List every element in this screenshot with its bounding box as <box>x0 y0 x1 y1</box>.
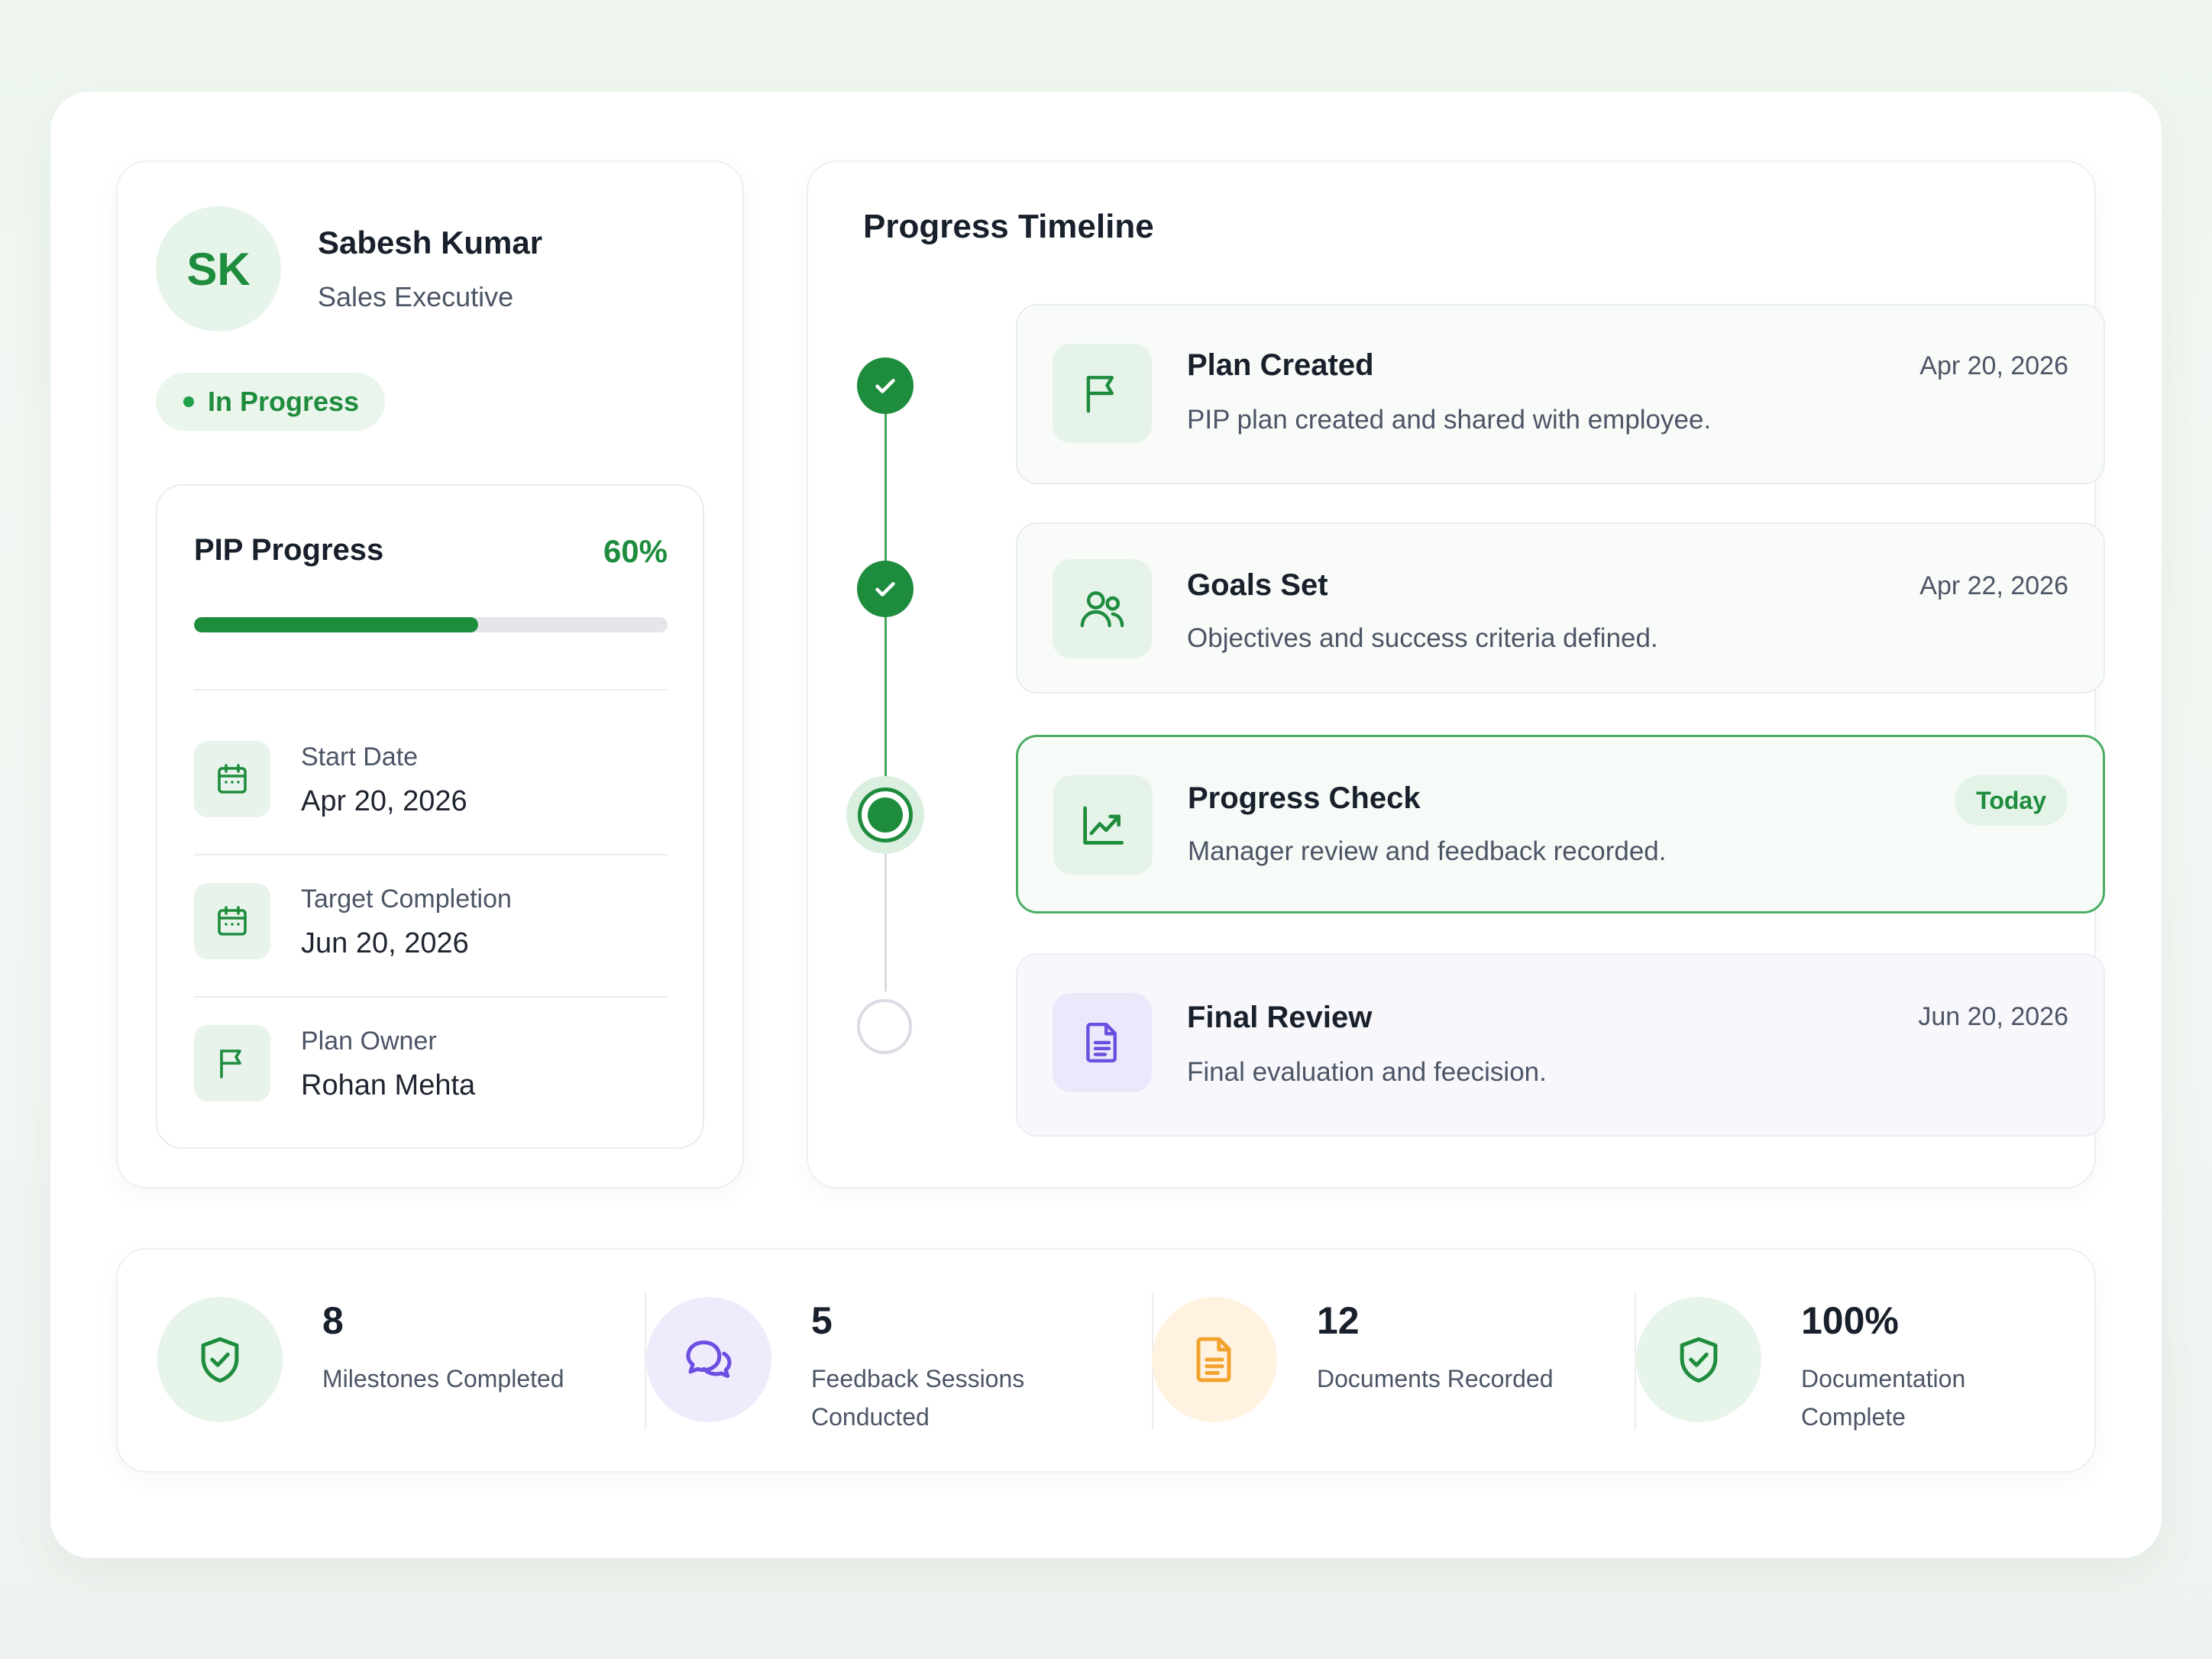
target-completion-label: Target Completion <box>301 884 512 914</box>
event-date: Apr 22, 2026 <box>1919 571 2068 600</box>
stat-value: 8 <box>322 1299 344 1342</box>
flag-icon <box>1053 344 1152 443</box>
stat-value: 12 <box>1317 1299 1360 1342</box>
timeline-event-plan-created[interactable]: Plan Created PIP plan created and shared… <box>1016 304 2105 484</box>
event-description: Manager review and feedback recorded. <box>1188 836 1667 866</box>
pip-progress-bar <box>194 617 668 632</box>
stat-documents: 12 Documents Recorded <box>1152 1297 1580 1427</box>
users-icon <box>1053 559 1152 658</box>
event-title: Goals Set <box>1187 568 1328 602</box>
timeline-event-progress-check[interactable]: Progress Check Manager review and feedba… <box>1016 735 2105 914</box>
divider <box>194 689 668 690</box>
stat-documentation-complete: 100% Documentation Complete <box>1636 1297 2064 1431</box>
event-title: Progress Check <box>1188 781 1421 815</box>
summary-stats-card: 8 Milestones Completed 5 Feedback Sessio… <box>116 1248 2096 1473</box>
chat-bubbles-icon <box>646 1297 771 1422</box>
shield-check-icon <box>157 1297 283 1422</box>
stat-label: Documents Recorded <box>1317 1365 1554 1392</box>
stat-milestones: 8 Milestones Completed <box>157 1297 570 1427</box>
pip-progress-panel: PIP Progress 60% Start Date Apr 20, 2026 <box>156 484 704 1149</box>
stat-value: 100% <box>1801 1299 1899 1342</box>
status-badge-label: In Progress <box>208 386 360 417</box>
timeline-title: Progress Timeline <box>863 208 1154 245</box>
stat-label: Documentation Complete <box>1801 1365 1966 1431</box>
employee-role: Sales Executive <box>318 281 514 312</box>
event-description: Objectives and success criteria defined. <box>1187 623 1658 653</box>
start-date-row: Start Date Apr 20, 2026 <box>194 712 668 826</box>
plan-owner-row: Plan Owner Rohan Mehta <box>194 996 668 1111</box>
event-date: Apr 20, 2026 <box>1919 351 2068 380</box>
current-step-icon <box>846 776 924 854</box>
check-icon <box>857 561 914 617</box>
status-dot-icon <box>183 396 194 407</box>
document-icon <box>1053 993 1152 1092</box>
calendar-icon <box>194 883 270 959</box>
plan-owner-value: Rohan Mehta <box>301 1069 476 1101</box>
target-completion-value: Jun 20, 2026 <box>301 927 469 959</box>
event-description: PIP plan created and shared with employe… <box>1187 405 1712 435</box>
dashboard-frame: SK Sabesh Kumar Sales Executive In Progr… <box>50 92 2162 1558</box>
check-icon <box>857 357 914 414</box>
timeline-event-final-review[interactable]: Final Review Final evaluation and feecis… <box>1016 953 2105 1137</box>
event-title: Final Review <box>1187 1001 1373 1034</box>
employee-name: Sabesh Kumar <box>318 225 543 260</box>
progress-timeline-card: Progress Timeline Plan Created PIP plan … <box>807 160 2105 1188</box>
stat-label: Milestones Completed <box>322 1365 564 1392</box>
avatar: SK <box>156 206 281 331</box>
event-title: Plan Created <box>1187 348 1374 382</box>
start-date-label: Start Date <box>301 742 419 771</box>
status-badge: In Progress <box>156 373 386 431</box>
flag-icon <box>194 1025 270 1101</box>
stat-value: 5 <box>811 1299 833 1342</box>
trend-chart-icon <box>1053 775 1153 875</box>
event-date: Jun 20, 2026 <box>1918 1002 2068 1031</box>
today-badge: Today <box>1955 775 2068 826</box>
calendar-icon <box>194 741 270 817</box>
pip-progress-percent: 60% <box>603 533 668 569</box>
pip-progress-title: PIP Progress <box>194 533 384 567</box>
document-icon <box>1152 1297 1277 1422</box>
pip-progress-bar-fill <box>194 617 478 632</box>
pending-step-icon <box>857 999 912 1054</box>
event-description: Final evaluation and feecision. <box>1187 1057 1547 1087</box>
shield-check-icon <box>1636 1297 1761 1422</box>
timeline-event-goals-set[interactable]: Goals Set Objectives and success criteri… <box>1016 522 2105 694</box>
employee-profile-card: SK Sabesh Kumar Sales Executive In Progr… <box>116 160 744 1188</box>
plan-owner-label: Plan Owner <box>301 1027 437 1056</box>
stat-feedback-sessions: 5 Feedback Sessions Conducted <box>646 1297 1074 1431</box>
target-completion-row: Target Completion Jun 20, 2026 <box>194 854 668 969</box>
stat-label: Feedback Sessions Conducted <box>811 1365 1025 1431</box>
start-date-value: Apr 20, 2026 <box>301 785 467 817</box>
